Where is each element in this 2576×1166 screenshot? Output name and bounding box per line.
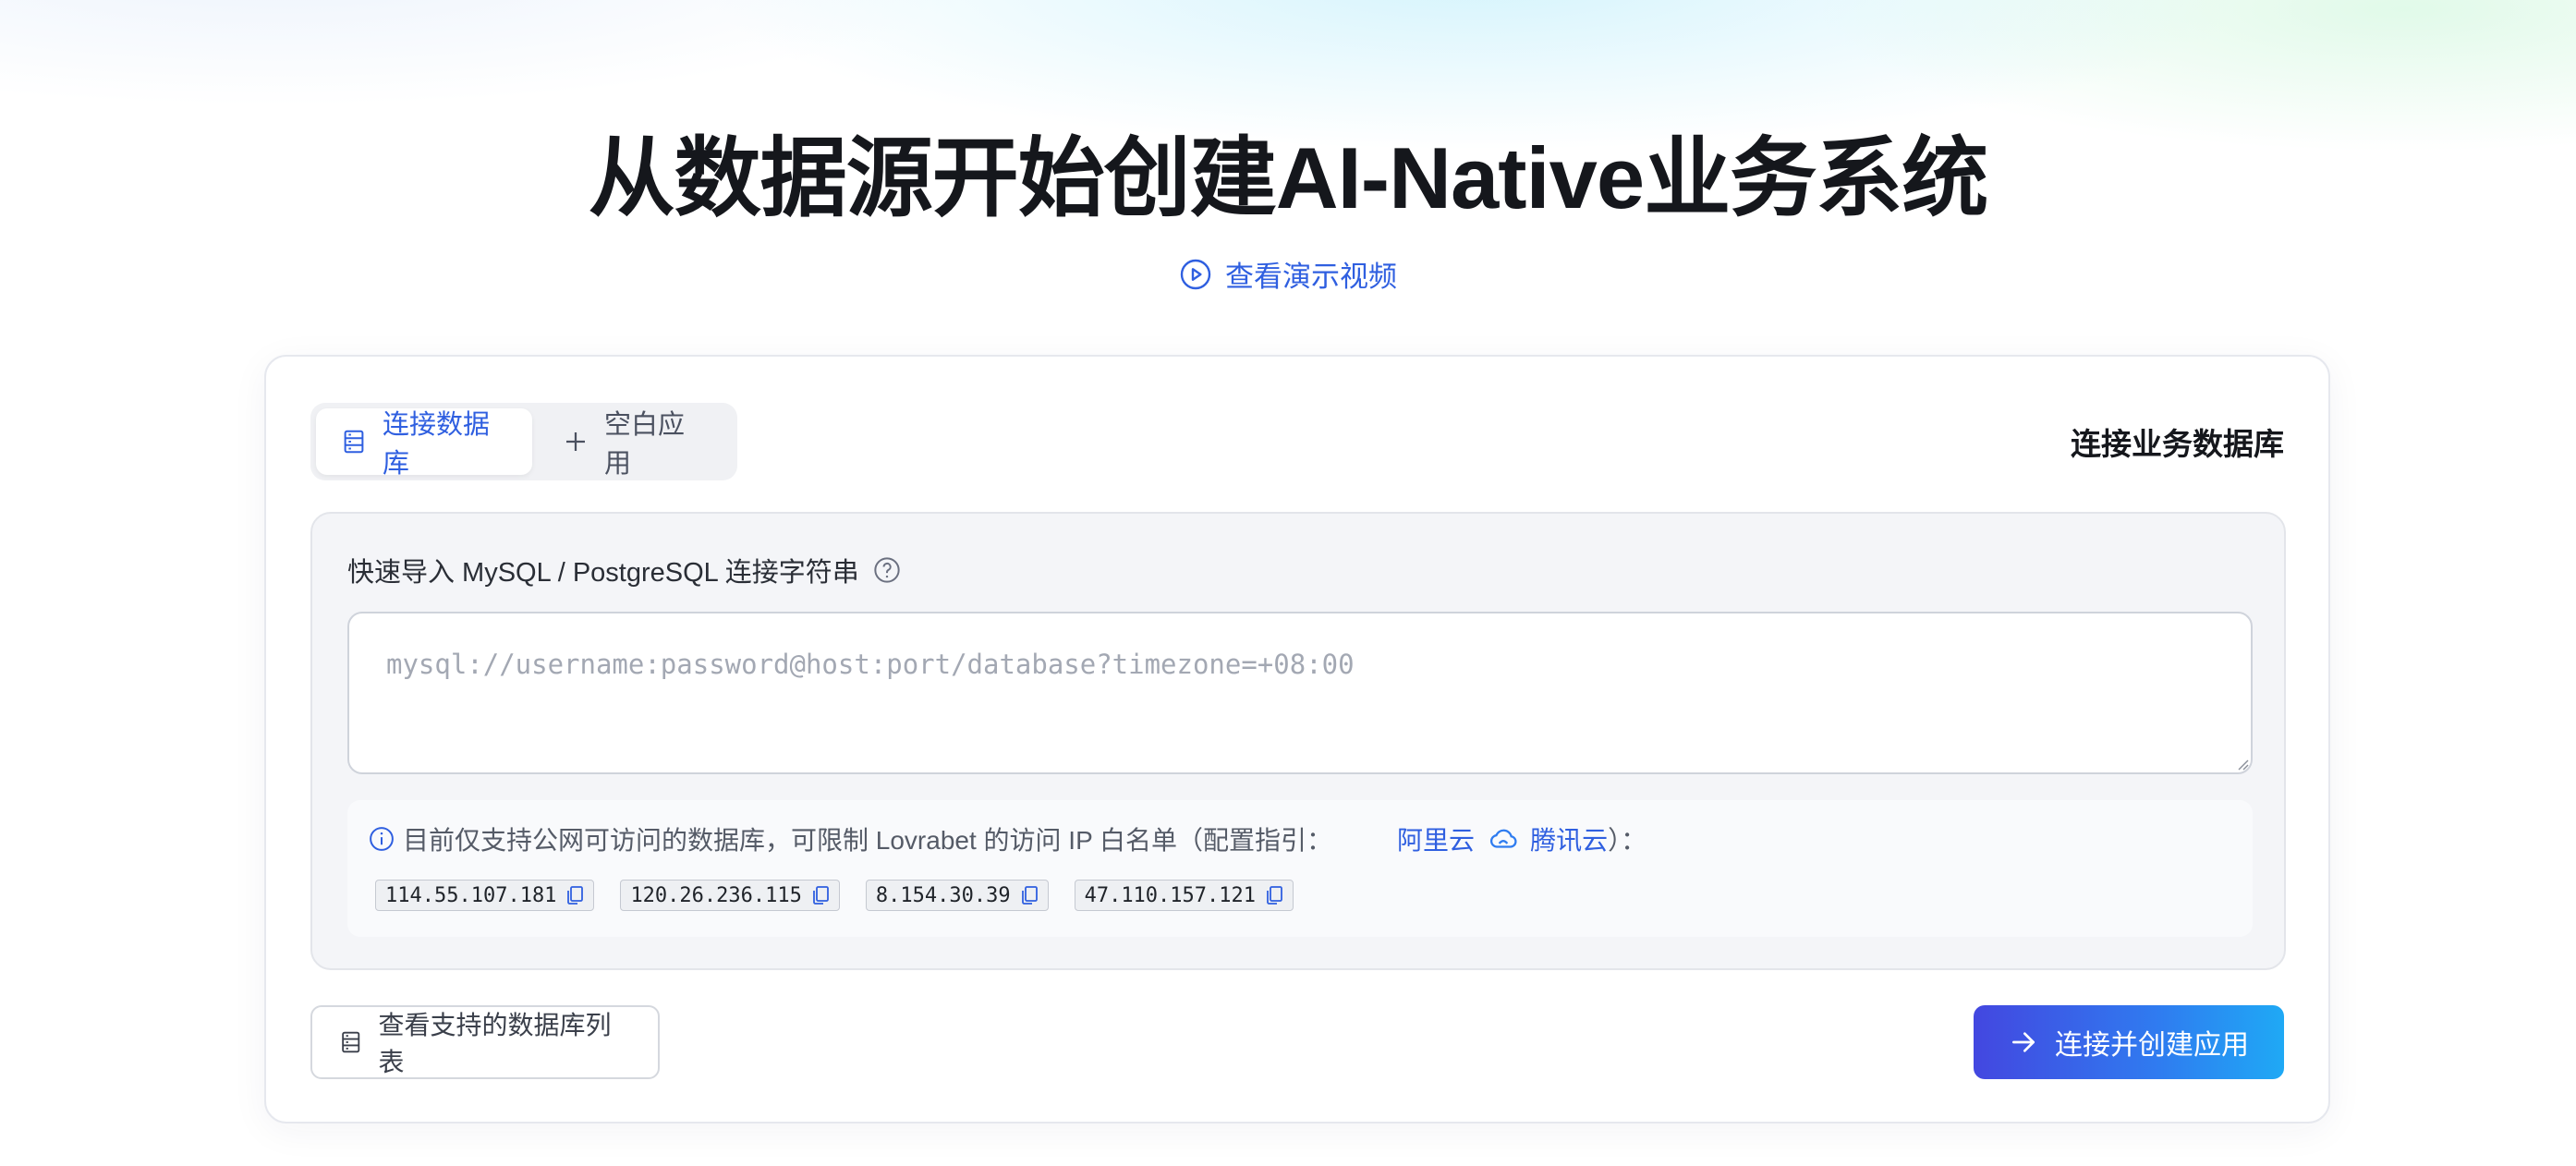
- ip-address: 114.55.107.181: [385, 883, 557, 907]
- info-icon: [370, 827, 394, 851]
- tab-label: 空白应用: [604, 410, 686, 479]
- supported-databases-button[interactable]: 查看支持的数据库列表: [310, 1005, 660, 1079]
- notice-line: 目前仅支持公网可访问的数据库，可限制 Lovrabet 的访问 IP 白名单（配…: [368, 820, 1646, 857]
- ip-chip[interactable]: 120.26.236.115: [620, 880, 840, 911]
- tab-blank-app[interactable]: 空白应用: [538, 408, 732, 479]
- database-icon: [342, 1031, 360, 1053]
- import-panel: 快速导入 MySQL / PostgreSQL 连接字符串 目前仅支持公网可访问…: [310, 512, 2286, 970]
- connect-and-create-button[interactable]: 连接并创建应用: [1974, 1005, 2284, 1079]
- ip-chip[interactable]: 47.110.157.121: [1074, 880, 1294, 911]
- ip-address: 8.154.30.39: [875, 883, 1011, 907]
- copy-icon[interactable]: [564, 884, 586, 906]
- page-title: 从数据源开始创建AI-Native业务系统: [588, 129, 1988, 226]
- copy-icon[interactable]: [1018, 884, 1040, 906]
- connect-card: 连接数据库 空白应用 连接业务数据库 快速导入 MySQL / PostgreS…: [264, 355, 2330, 1123]
- plus-icon: [566, 432, 585, 451]
- import-label: 快速导入 MySQL / PostgreSQL 连接字符串: [347, 558, 859, 588]
- ip-chip[interactable]: 114.55.107.181: [375, 880, 595, 911]
- tab-label: 连接数据库: [383, 410, 491, 479]
- play-circle-icon: [1180, 259, 1211, 289]
- resize-handle-icon[interactable]: [2234, 756, 2249, 771]
- connection-string-input[interactable]: [347, 612, 2253, 774]
- mode-tabs: 连接数据库 空白应用: [310, 403, 737, 480]
- ip-address: 120.26.236.115: [630, 883, 802, 907]
- cloud-icon: [1490, 829, 1517, 848]
- copy-icon[interactable]: [809, 884, 832, 906]
- demo-video-link[interactable]: 查看演示视频: [0, 253, 2576, 295]
- card-heading: 连接业务数据库: [2071, 427, 2284, 461]
- database-icon: [344, 430, 364, 454]
- connect-button-label: 连接并创建应用: [2055, 1030, 2249, 1061]
- aliyun-link[interactable]: 阿里云: [1397, 820, 1475, 857]
- tencent-link[interactable]: 腾讯云: [1530, 820, 1608, 857]
- import-label-row: 快速导入 MySQL / PostgreSQL 连接字符串: [347, 551, 902, 589]
- arrow-right-icon: [2012, 1032, 2035, 1052]
- ip-chip[interactable]: 8.154.30.39: [865, 880, 1049, 911]
- ip-address: 47.110.157.121: [1084, 883, 1257, 907]
- notice-suffix: ）：: [1608, 826, 1647, 855]
- tab-connect-database[interactable]: 连接数据库: [316, 408, 532, 479]
- copy-icon[interactable]: [1263, 884, 1285, 906]
- ip-whitelist: 114.55.107.181 120.26.236.115 8.154.30.3…: [375, 880, 1294, 911]
- whitelist-notice: 目前仅支持公网可访问的数据库，可限制 Lovrabet 的访问 IP 白名单（配…: [347, 800, 2253, 937]
- notice-text: 目前仅支持公网可访问的数据库，可限制 Lovrabet 的访问 IP 白名单（配…: [403, 826, 1333, 855]
- supported-databases-label: 查看支持的数据库列表: [378, 1011, 612, 1076]
- help-icon[interactable]: [872, 555, 902, 585]
- demo-video-label: 查看演示视频: [1225, 261, 1397, 293]
